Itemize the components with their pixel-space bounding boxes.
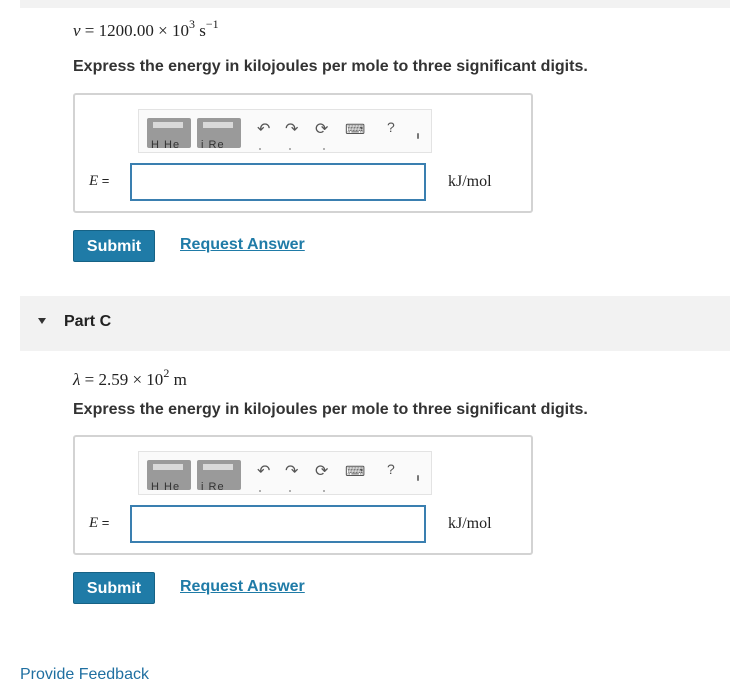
variable-label: E = — [89, 173, 109, 190]
separator-dot — [323, 148, 325, 150]
separator-dot — [289, 148, 291, 150]
variable-symbol: E — [89, 173, 99, 189]
separator-dot — [259, 490, 261, 492]
template-label: H He — [151, 481, 181, 490]
given-symbol: ν — [73, 21, 81, 40]
given-wavelength: λ = 2.59 × 102 m — [73, 366, 187, 390]
part-title: Part C — [64, 313, 112, 330]
request-answer-link[interactable]: Request Answer — [180, 578, 305, 596]
undo-icon[interactable]: ↶ — [257, 119, 270, 139]
reset-icon[interactable]: ⟳ — [315, 119, 328, 139]
variable-equals: = — [98, 173, 110, 188]
unit-label: kJ/mol — [448, 515, 492, 532]
help-icon[interactable]: ? — [387, 461, 395, 477]
separator-dot — [417, 475, 419, 481]
template-button[interactable]: H He — [147, 460, 191, 490]
given-unit: s — [194, 21, 206, 40]
symbol-template-button[interactable]: i Re — [197, 118, 241, 148]
template-label: H He — [151, 139, 181, 148]
redo-icon[interactable]: ↷ — [285, 461, 298, 481]
math-toolbar: H He i Re ↶ ↷ ⟳ ⌨ ? — [138, 109, 432, 153]
math-toolbar: H He i Re ↶ ↷ ⟳ ⌨ ? — [138, 451, 432, 495]
template-label: i Re — [201, 139, 225, 148]
symbol-template-button[interactable]: i Re — [197, 460, 241, 490]
part-c-header[interactable]: Part C — [20, 296, 730, 351]
redo-icon[interactable]: ↷ — [285, 119, 298, 139]
submit-button[interactable]: Submit — [73, 230, 155, 262]
undo-icon[interactable]: ↶ — [257, 461, 270, 481]
separator-dot — [417, 133, 419, 139]
separator-dot — [289, 490, 291, 492]
submit-button[interactable]: Submit — [73, 572, 155, 604]
answer-input[interactable] — [130, 505, 426, 543]
template-bar-icon — [203, 464, 233, 470]
keyboard-icon[interactable]: ⌨ — [345, 463, 365, 480]
separator-dot — [323, 490, 325, 492]
variable-symbol: E — [89, 515, 99, 531]
help-icon[interactable]: ? — [387, 119, 395, 135]
keyboard-icon[interactable]: ⌨ — [345, 121, 365, 138]
separator-dot — [259, 148, 261, 150]
variable-equals: = — [98, 515, 110, 530]
top-section-band — [20, 0, 730, 8]
template-bar-icon — [153, 464, 183, 470]
caret-down-icon — [38, 318, 46, 324]
given-expression: = 1200.00 × 10 — [80, 21, 189, 40]
template-label: i Re — [201, 481, 225, 490]
question-prompt: Express the energy in kilojoules per mol… — [73, 58, 588, 75]
answer-box: H He i Re ↶ ↷ ⟳ ⌨ ? E = kJ/mol — [73, 93, 533, 213]
given-frequency: ν = 1200.00 × 103 s−1 — [73, 17, 219, 41]
answer-box: H He i Re ↶ ↷ ⟳ ⌨ ? E = kJ/mol — [73, 435, 533, 555]
provide-feedback-link[interactable]: Provide Feedback — [20, 666, 149, 684]
template-button[interactable]: H He — [147, 118, 191, 148]
request-answer-link[interactable]: Request Answer — [180, 236, 305, 254]
unit-label: kJ/mol — [448, 173, 492, 190]
given-unit-exponent: −1 — [205, 17, 219, 31]
reset-icon[interactable]: ⟳ — [315, 461, 328, 481]
question-prompt: Express the energy in kilojoules per mol… — [73, 401, 588, 418]
given-unit: m — [169, 370, 187, 389]
answer-input[interactable] — [130, 163, 426, 201]
template-bar-icon — [203, 122, 233, 128]
variable-label: E = — [89, 515, 109, 532]
template-bar-icon — [153, 122, 183, 128]
given-expression: = 2.59 × 10 — [80, 370, 164, 389]
